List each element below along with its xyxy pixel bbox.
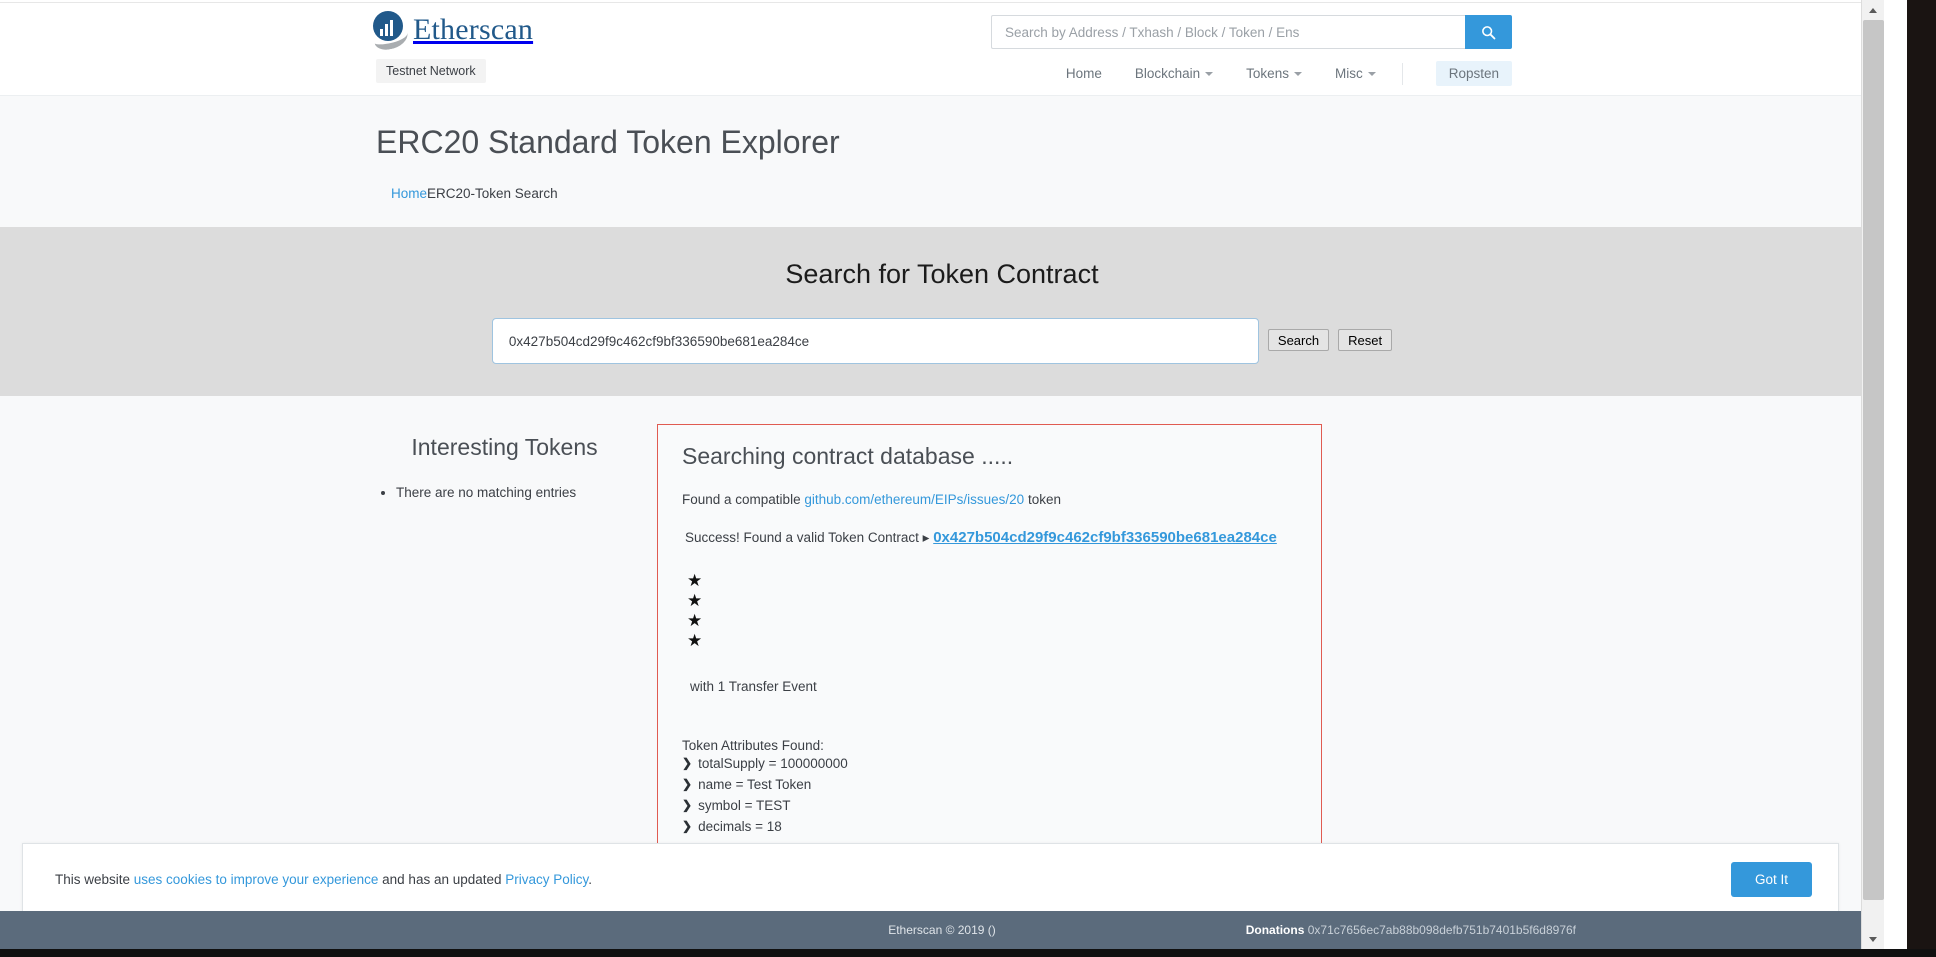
interesting-tokens-list: There are no matching entries bbox=[372, 481, 637, 505]
chevron-down-icon bbox=[1293, 71, 1302, 76]
etherscan-logo[interactable]: Etherscan bbox=[372, 11, 534, 52]
donations-label: Donations bbox=[1245, 923, 1305, 937]
header-search bbox=[991, 15, 1512, 49]
search-result-column: Searching contract database ..... Found … bbox=[637, 424, 1512, 867]
title-band: ERC20 Standard Token Explorer HomeERC20-… bbox=[0, 95, 1884, 227]
chevron-down-icon bbox=[1367, 71, 1376, 76]
compatible-prefix: Found a compatible bbox=[682, 492, 805, 507]
browser-window: Etherscan Testnet Network Home bbox=[0, 0, 1907, 949]
token-search-panel: Search for Token Contract Search Reset bbox=[0, 227, 1884, 396]
nav-item-home[interactable]: Home bbox=[1066, 66, 1102, 81]
site-header: Etherscan Testnet Network Home bbox=[0, 3, 1884, 95]
token-contract-input[interactable] bbox=[491, 318, 1259, 364]
logo-wordmark: Etherscan bbox=[413, 13, 534, 46]
result-heading: Searching contract database ..... bbox=[682, 443, 1014, 469]
contract-address-link[interactable]: 0x427b504cd29f9c462cf9bf336590be681ea284… bbox=[933, 529, 1277, 546]
search-icon bbox=[1482, 25, 1496, 39]
search-result-box: Searching contract database ..... Found … bbox=[657, 424, 1322, 867]
token-attributes-heading: Token Attributes Found: bbox=[682, 738, 824, 753]
web-page: Etherscan Testnet Network Home bbox=[0, 0, 1884, 949]
privacy-policy-link[interactable]: Privacy Policy bbox=[505, 872, 588, 887]
cookie-text-1: This website bbox=[55, 871, 134, 887]
token-search-heading: Search for Token Contract bbox=[785, 259, 1099, 289]
star-icon: ★ bbox=[687, 571, 703, 590]
nav-label: Tokens bbox=[1246, 66, 1289, 81]
page-title: ERC20 Standard Token Explorer bbox=[376, 124, 840, 160]
scrollbar-thumb[interactable] bbox=[1863, 20, 1884, 900]
nav-item-tokens[interactable]: Tokens bbox=[1246, 66, 1302, 81]
donations-address: 0x71c7656ec7ab88b098defb751b7401b5f6d897… bbox=[1307, 923, 1576, 937]
footer-copyright: Etherscan © 2019 () bbox=[888, 923, 996, 937]
nav-label: Blockchain bbox=[1134, 66, 1201, 81]
star-icon: ★ bbox=[687, 591, 703, 610]
nav-divider bbox=[1401, 62, 1403, 85]
cookie-text-3: . bbox=[588, 871, 593, 887]
attribute-text: decimals = 18 bbox=[698, 818, 782, 834]
success-line: Success! Found a valid Token Contract ▸ … bbox=[685, 529, 1297, 546]
compatible-suffix: token bbox=[1024, 492, 1061, 507]
eip20-link[interactable]: github.com/ethereum/EIPs/issues/20 bbox=[804, 492, 1024, 507]
breadcrumb-current: ERC20-Token Search bbox=[427, 186, 558, 201]
network-selector-ropsten[interactable]: Ropsten bbox=[1435, 61, 1512, 86]
star-icon: ★ bbox=[687, 611, 703, 630]
list-item: There are no matching entries bbox=[396, 481, 637, 505]
chevron-down-icon bbox=[1205, 71, 1214, 76]
testnet-network-badge: Testnet Network bbox=[376, 59, 486, 83]
breadcrumb: HomeERC20-Token Search bbox=[391, 186, 1512, 201]
attribute-text: symbol = TEST bbox=[698, 797, 791, 813]
cookie-consent-banner: This website uses cookies to improve you… bbox=[22, 843, 1839, 915]
compatible-token-line: Found a compatible github.com/ethereum/E… bbox=[682, 492, 1297, 507]
desktop-taskbar bbox=[0, 949, 1936, 957]
attribute-row-totalsupply: ❯ totalSupply = 100000000 bbox=[682, 756, 1297, 772]
header-search-button[interactable] bbox=[1465, 15, 1512, 49]
success-text: Success! Found a valid Token Contract bbox=[685, 530, 919, 545]
etherscan-logo-icon bbox=[372, 11, 410, 52]
attribute-text: totalSupply = 100000000 bbox=[698, 756, 848, 771]
chevron-right-icon: ❯ bbox=[682, 818, 693, 833]
cookie-accept-button[interactable]: Got It bbox=[1730, 861, 1812, 897]
star-icon: ★ bbox=[687, 631, 703, 650]
footer-donations: Donations 0x71c7656ec7ab88b098defb751b74… bbox=[1246, 923, 1576, 937]
token-attributes: Token Attributes Found: ❯ totalSupply = … bbox=[682, 738, 1297, 835]
arrow-right-icon: ▸ bbox=[922, 530, 930, 545]
main-content: Interesting Tokens There are no matching… bbox=[0, 396, 1884, 890]
cookie-text-2: and has an updated bbox=[378, 871, 506, 887]
attribute-row-symbol: ❯ symbol = TEST bbox=[682, 798, 1297, 814]
token-rating-stars: ★ ★ ★ ★ bbox=[687, 572, 1297, 649]
interesting-tokens-heading: Interesting Tokens bbox=[411, 434, 598, 460]
scrollbar-up-button[interactable] bbox=[1862, 0, 1884, 20]
token-reset-button[interactable]: Reset bbox=[1338, 329, 1393, 351]
token-search-button[interactable]: Search bbox=[1267, 329, 1330, 351]
attribute-row-name: ❯ name = Test Token bbox=[682, 777, 1297, 793]
header-search-input[interactable] bbox=[991, 15, 1465, 49]
nav-label: Misc bbox=[1334, 66, 1363, 81]
interesting-tokens-panel: Interesting Tokens There are no matching… bbox=[372, 424, 637, 867]
chevron-right-icon: ❯ bbox=[682, 776, 693, 791]
scrollbar-down-button[interactable] bbox=[1862, 929, 1884, 949]
page-scrollbar[interactable] bbox=[1861, 0, 1884, 949]
site-footer: Etherscan © 2019 () Donations 0x71c7656e… bbox=[0, 911, 1884, 949]
nav-item-blockchain[interactable]: Blockchain bbox=[1134, 66, 1214, 81]
breadcrumb-home-link[interactable]: Home bbox=[391, 186, 427, 201]
nav-label: Home bbox=[1065, 66, 1102, 81]
chevron-right-icon: ❯ bbox=[682, 756, 693, 770]
main-nav: Home Blockchain Tokens Misc Ropsten bbox=[1033, 61, 1512, 86]
nav-item-misc[interactable]: Misc bbox=[1335, 66, 1376, 81]
attribute-text: name = Test Token bbox=[698, 776, 812, 792]
attribute-row-decimals: ❯ decimals = 18 bbox=[682, 819, 1297, 835]
cookie-text: This website uses cookies to improve you… bbox=[55, 872, 1731, 887]
chevron-right-icon: ❯ bbox=[682, 797, 693, 812]
cookie-policy-link[interactable]: uses cookies to improve your experience bbox=[134, 872, 379, 887]
transfer-event-text: with 1 Transfer Event bbox=[690, 679, 817, 694]
